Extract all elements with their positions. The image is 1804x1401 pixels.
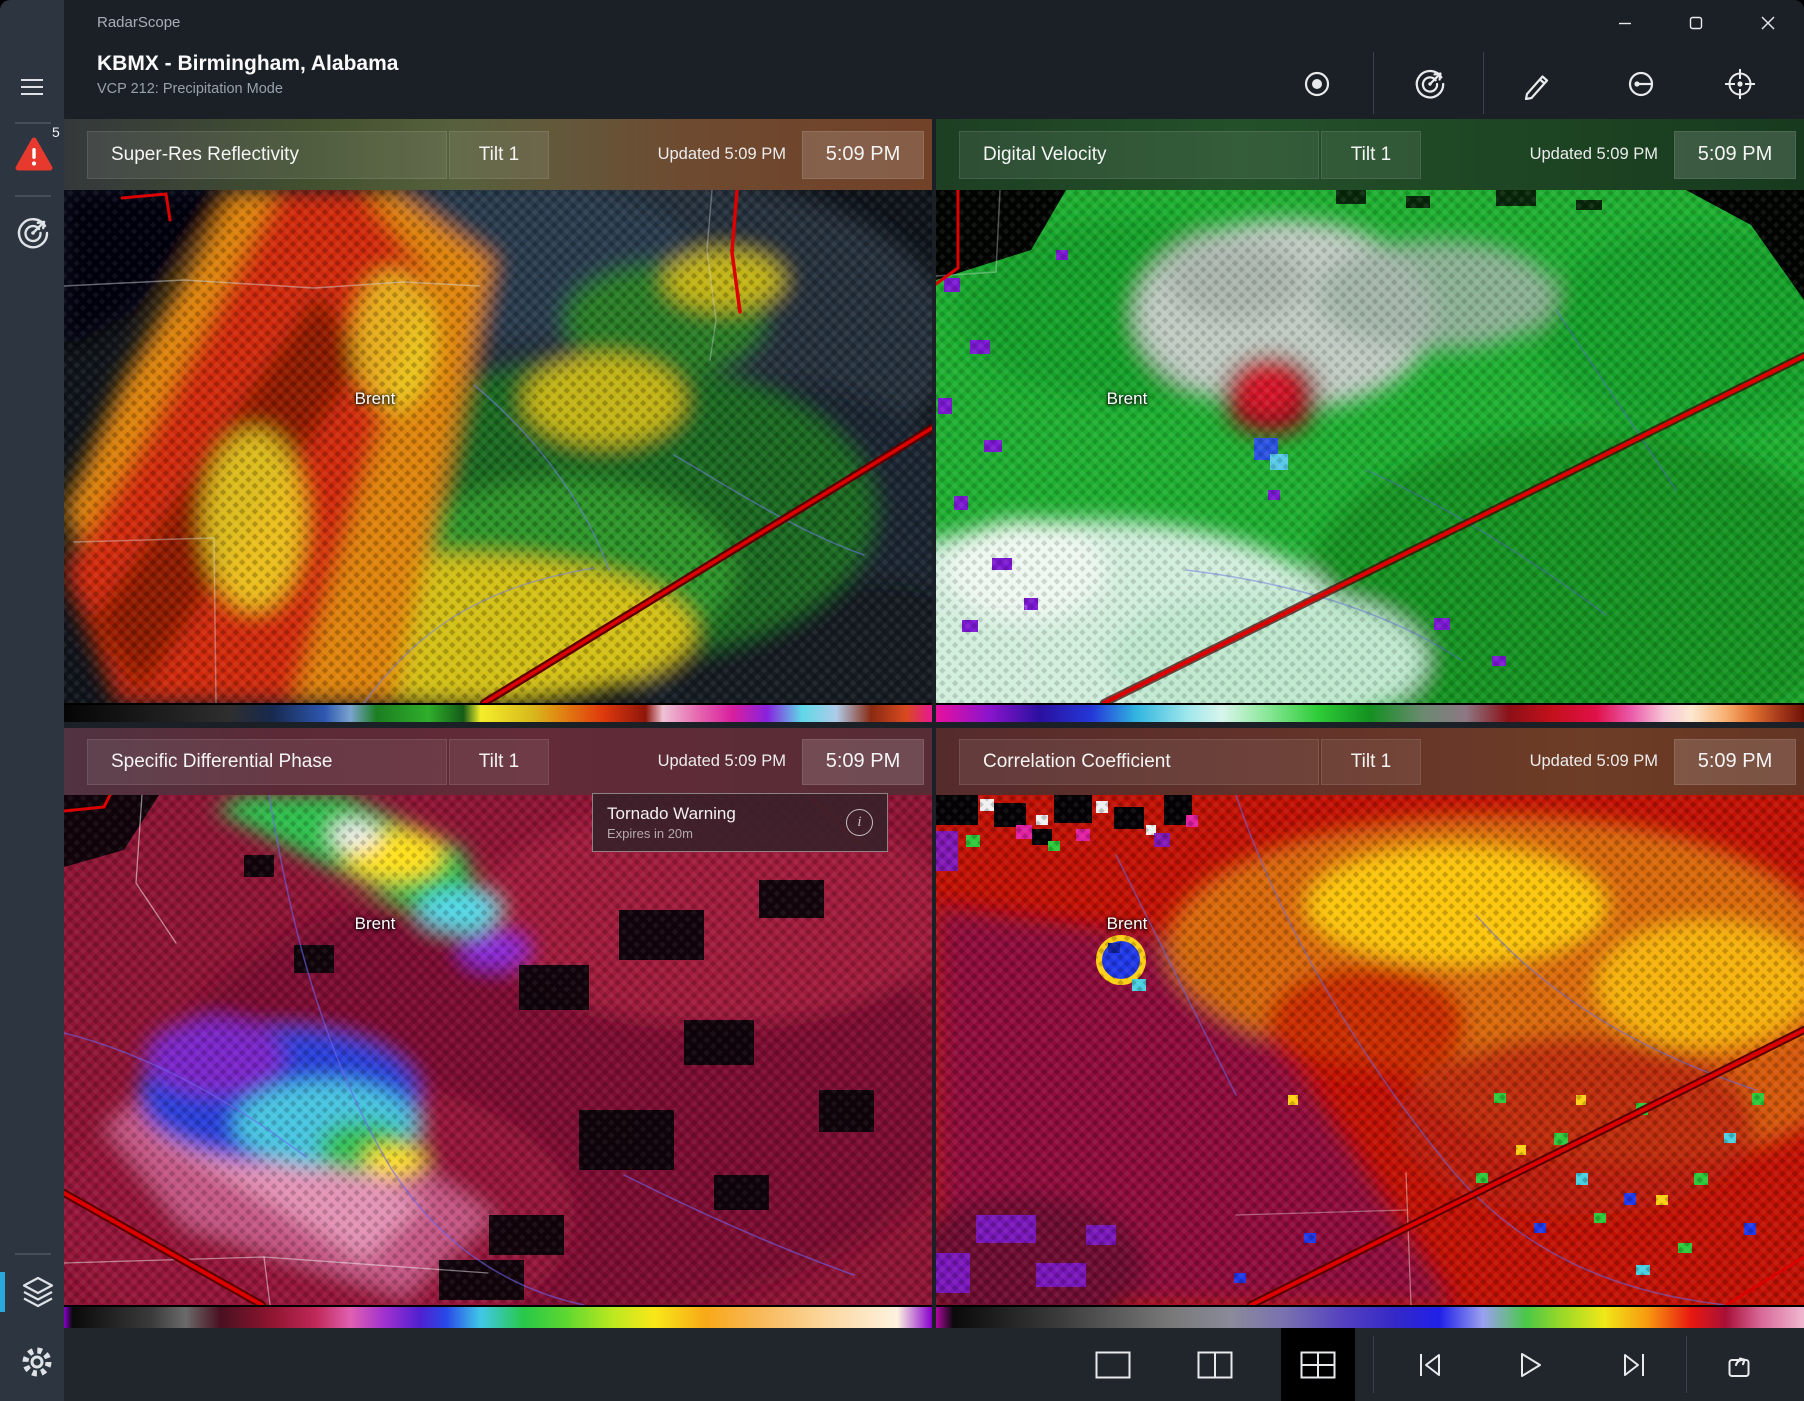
- center-location-icon[interactable]: [1716, 60, 1764, 108]
- sidebar-divider: [15, 195, 51, 197]
- radar-map-correlation[interactable]: Brent: [936, 795, 1804, 1305]
- warning-triangle-icon[interactable]: [14, 134, 54, 174]
- skip-start-icon[interactable]: [1404, 1328, 1456, 1401]
- panel-header-band: Digital Velocity Tilt 1 Updated 5:09 PM …: [936, 119, 1804, 190]
- city-label: Brent: [1107, 389, 1148, 409]
- panel-header-band: Specific Differential Phase Tilt 1 Updat…: [64, 728, 932, 795]
- warning-title: Tornado Warning: [607, 803, 736, 825]
- tilt-selector[interactable]: Tilt 1: [449, 131, 549, 179]
- updated-time-label: Updated 5:09 PM: [1530, 145, 1658, 164]
- sidebar-divider: [15, 122, 51, 124]
- radar-map-velocity[interactable]: Brent: [936, 190, 1804, 703]
- updated-time-label: Updated 5:09 PM: [658, 752, 786, 771]
- panel-correlation-coefficient: Brent Correlation Coefficient Tilt 1 Upd…: [936, 728, 1804, 1328]
- settings-gear-icon[interactable]: [17, 1342, 57, 1382]
- main-area: RadarScope KBMX - Birmingham, Alabama VC…: [64, 0, 1804, 1401]
- bottom-toolbar: [64, 1328, 1804, 1401]
- city-label: Brent: [355, 389, 396, 409]
- tilt-selector[interactable]: Tilt 1: [449, 739, 549, 785]
- toolbar-separator: [1483, 52, 1484, 114]
- tornado-warning-popup[interactable]: Tornado Warning Expires in 20m i: [592, 793, 888, 852]
- frame-time-button[interactable]: 5:09 PM: [802, 131, 924, 179]
- panel-super-res-reflectivity: Brent Super-Res Reflectivity Tilt 1 Upda…: [64, 119, 932, 722]
- radarscope-window: 5 RadarScope: [0, 0, 1804, 1401]
- info-icon[interactable]: i: [846, 809, 873, 836]
- updated-time-label: Updated 5:09 PM: [658, 145, 786, 164]
- panel-digital-velocity: Brent Digital Velocity Tilt 1 Updated 5:…: [936, 119, 1804, 722]
- annotation-pencil-icon[interactable]: [1513, 60, 1561, 108]
- panel-header-band: Super-Res Reflectivity Tilt 1 Updated 5:…: [64, 119, 932, 190]
- product-selector[interactable]: Super-Res Reflectivity: [87, 131, 447, 179]
- updated-time-label: Updated 5:09 PM: [1530, 752, 1658, 771]
- quad-pane-icon[interactable]: [1292, 1328, 1344, 1401]
- kdp-color-scale: [64, 1305, 932, 1328]
- close-button[interactable]: [1745, 0, 1791, 45]
- panel-header-band: Correlation Coefficient Tilt 1 Updated 5…: [936, 728, 1804, 795]
- radar-map-reflectivity[interactable]: Brent: [64, 190, 932, 703]
- play-icon[interactable]: [1505, 1328, 1557, 1401]
- layers-icon[interactable]: [18, 1272, 58, 1312]
- product-selector[interactable]: Correlation Coefficient: [959, 739, 1319, 785]
- maximize-button[interactable]: [1673, 0, 1719, 45]
- radar-status-icon[interactable]: [1293, 60, 1341, 108]
- toolbar-separator: [1373, 1336, 1374, 1393]
- radar-sweep-icon[interactable]: [14, 214, 52, 252]
- sidebar: 5: [0, 0, 64, 1401]
- station-mode: VCP 212: Precipitation Mode: [97, 81, 283, 97]
- panel-specific-differential-phase: Brent Specific Differential Phase Tilt 1…: [64, 728, 932, 1328]
- toolbar-separator: [1686, 1336, 1687, 1393]
- sidebar-divider: [15, 1253, 51, 1255]
- velocity-color-scale: [936, 703, 1804, 722]
- app-title: RadarScope: [97, 14, 180, 31]
- radar-map-kdp[interactable]: Brent: [64, 795, 932, 1305]
- tilt-selector[interactable]: Tilt 1: [1321, 131, 1421, 179]
- toolbar-separator: [1373, 52, 1374, 114]
- city-label: Brent: [1107, 914, 1148, 934]
- menu-icon[interactable]: [16, 75, 48, 99]
- frame-time-button[interactable]: 5:09 PM: [1674, 131, 1796, 179]
- skip-end-icon[interactable]: [1608, 1328, 1660, 1401]
- radar-sweep-icon[interactable]: [1406, 60, 1454, 108]
- minimize-button[interactable]: [1602, 0, 1648, 45]
- active-tool-indicator: [0, 1272, 5, 1312]
- share-icon[interactable]: [1714, 1328, 1766, 1401]
- warning-expiry: Expires in 20m: [607, 825, 736, 842]
- city-label: Brent: [355, 914, 396, 934]
- frame-time-button[interactable]: 5:09 PM: [1674, 739, 1796, 785]
- frame-time-button[interactable]: 5:09 PM: [802, 739, 924, 785]
- correlation-color-scale: [936, 1305, 1804, 1328]
- product-selector[interactable]: Digital Velocity: [959, 131, 1319, 179]
- dual-pane-icon[interactable]: [1189, 1328, 1241, 1401]
- product-selector[interactable]: Specific Differential Phase: [87, 739, 447, 785]
- single-pane-icon[interactable]: [1087, 1328, 1139, 1401]
- reflectivity-color-scale: [64, 703, 932, 722]
- range-ring-icon[interactable]: [1617, 60, 1665, 108]
- station-title: KBMX - Birmingham, Alabama: [97, 52, 398, 76]
- tilt-selector[interactable]: Tilt 1: [1321, 739, 1421, 785]
